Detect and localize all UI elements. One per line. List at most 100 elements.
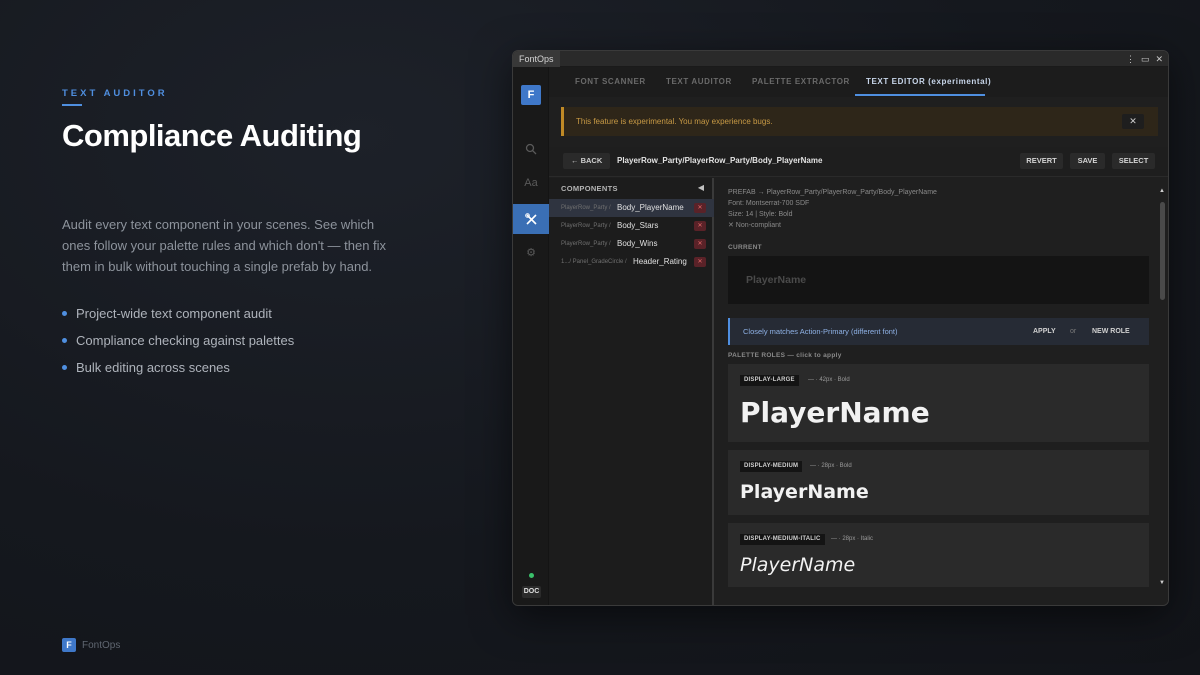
feature-item: Compliance checking against palettes [62,327,294,354]
font-icon: Aa [524,177,538,189]
palette-role-card[interactable]: DISPLAY-MEDIUM-ITALIC — · 28px · Italic … [728,523,1149,587]
more-options-icon[interactable]: ⋮ [1126,51,1135,67]
feature-text: Compliance checking against palettes [76,333,295,348]
component-name: Header_Rating [633,257,687,266]
components-panel: COMPONENTS ◀ PlayerRow_Party / Body_Play… [549,178,714,605]
doc-button[interactable]: DOC [522,586,541,598]
window-titlebar: FontOps ⋮ ▭ ✕ [513,51,1168,67]
palette-role-card[interactable]: DISPLAY-MEDIUM — · 28px · Bold PlayerNam… [728,450,1149,515]
close-window-icon[interactable]: ✕ [1155,51,1163,67]
dismiss-warning-button[interactable]: ✕ [1122,114,1144,129]
noncompliant-badge-icon: ✕ [694,257,706,267]
sidebar-search-button[interactable] [513,134,549,164]
component-prefix: PlayerRow_Party / [561,205,611,211]
app-logo-icon: F [521,85,541,105]
palette-role-card[interactable]: DISPLAY-LARGE — · 42px · Bold PlayerName [728,364,1149,442]
components-header: COMPONENTS [561,184,618,193]
component-row[interactable]: PlayerRow_Party / Body_PlayerName ✕ [549,199,714,217]
tab-text-editor[interactable]: TEXT EDITOR (experimental) [866,67,991,97]
or-separator: or [1070,328,1077,335]
app-window: FontOps ⋮ ▭ ✕ F Aa ⚙ DOC FONT SCANNER TE… [512,50,1169,606]
noncompliant-badge-icon: ✕ [694,239,706,249]
component-prefix: 1.../ Panel_GradeCircle / [561,259,627,265]
section-eyebrow: TEXT AUDITOR [62,88,168,99]
eyebrow-underline [62,104,82,106]
compliance-status: ✕ Non-compliant [728,222,781,229]
role-tag: DISPLAY-MEDIUM [740,461,803,472]
search-icon [525,143,537,155]
component-prefix: PlayerRow_Party / [561,241,611,247]
role-meta: — · 28px · Bold [810,463,852,469]
bullet-dot-icon [62,311,67,316]
hero-description: Audit every text component in your scene… [62,217,387,274]
current-sample-text: PlayerName [746,274,807,286]
component-name: Body_PlayerName [617,203,684,212]
role-sample-text: PlayerName [740,481,869,503]
tab-palette-extractor[interactable]: PALETTE EXTRACTOR [752,67,850,97]
tab-font-scanner[interactable]: FONT SCANNER [575,67,646,97]
component-row[interactable]: PlayerRow_Party / Body_Stars ✕ [549,217,714,235]
apply-button[interactable]: APPLY [1033,318,1056,345]
maximize-icon[interactable]: ▭ [1141,51,1150,67]
palette-roles-label: PALETTE ROLES — click to apply [728,352,842,359]
gear-icon: ⚙ [526,246,536,259]
suggestion-text: Closely matches Action-Primary (differen… [743,327,898,336]
top-navigation: FONT SCANNER TEXT AUDITOR PALETTE EXTRAC… [549,67,1168,97]
sidebar-tools-button[interactable] [513,204,549,234]
save-button[interactable]: SAVE [1070,153,1105,169]
component-detail-panel: PREFAB → PlayerRow_Party/PlayerRow_Party… [716,178,1168,605]
brand-logo-icon: F [62,638,76,652]
revert-button[interactable]: REVERT [1020,153,1063,169]
role-sample-text: PlayerName [740,396,930,429]
window-tab[interactable]: FontOps [513,51,560,67]
role-tag: DISPLAY-MEDIUM-ITALIC [740,534,825,545]
role-sample-text: PlayerName [740,554,856,576]
sidebar: F Aa ⚙ DOC [513,67,549,605]
feature-text: Bulk editing across scenes [76,360,230,375]
noncompliant-badge-icon: ✕ [694,221,706,231]
component-path: PlayerRow_Party/PlayerRow_Party/Body_Pla… [617,156,823,165]
feature-item: Project-wide text component audit [62,300,294,327]
role-tag: DISPLAY-LARGE [740,375,799,386]
window-controls: ⋮ ▭ ✕ [1120,51,1163,67]
sidebar-font-button[interactable]: Aa [513,168,549,198]
back-button[interactable]: ← BACK [563,153,611,169]
font-info: Font: Montserrat-700 SDF [728,200,810,207]
path-toolbar: ← BACK PlayerRow_Party/PlayerRow_Party/B… [549,147,1168,177]
role-meta: — · 28px · Italic [831,536,874,542]
suggestion-banner: Closely matches Action-Primary (differen… [728,318,1149,345]
noncompliant-badge-icon: ✕ [694,203,706,213]
collapse-panel-icon[interactable]: ◀ [698,183,704,192]
feature-list: Project-wide text component audit Compli… [62,300,294,381]
scroll-down-icon[interactable]: ▼ [1159,580,1165,586]
new-role-button[interactable]: NEW ROLE [1092,318,1130,345]
size-style-info: Size: 14 | Style: Bold [728,211,793,218]
component-row[interactable]: 1.../ Panel_GradeCircle / Header_Rating … [549,253,714,271]
active-tab-indicator [855,94,985,96]
sidebar-settings-button[interactable]: ⚙ [513,237,549,267]
select-button[interactable]: SELECT [1112,153,1155,169]
hero-headline: Compliance Auditing [62,118,362,153]
feature-text: Project-wide text component audit [76,306,272,321]
warning-text: This feature is experimental. You may ex… [576,117,773,126]
detail-scrollbar[interactable]: ▲ ▼ [1159,188,1166,588]
tab-text-auditor[interactable]: TEXT AUDITOR [666,67,732,97]
footer-brand: F FontOps [62,638,120,652]
scroll-thumb[interactable] [1160,202,1165,300]
tools-icon [524,212,537,225]
current-preview: PlayerName [728,256,1149,304]
experimental-warning-banner: This feature is experimental. You may ex… [561,107,1158,136]
bullet-dot-icon [62,338,67,343]
component-name: Body_Stars [617,221,659,230]
feature-item: Bulk editing across scenes [62,354,294,381]
component-metadata: PREFAB → PlayerRow_Party/PlayerRow_Party… [728,187,937,231]
prefab-path: PREFAB → PlayerRow_Party/PlayerRow_Party… [728,189,937,196]
scroll-up-icon[interactable]: ▲ [1159,188,1165,194]
component-name: Body_Wins [617,239,658,248]
role-meta: — · 42px · Bold [808,377,850,383]
component-row[interactable]: PlayerRow_Party / Body_Wins ✕ [549,235,714,253]
brand-name: FontOps [82,639,121,651]
bullet-dot-icon [62,365,67,370]
status-indicator-icon [529,573,534,578]
component-prefix: PlayerRow_Party / [561,223,611,229]
